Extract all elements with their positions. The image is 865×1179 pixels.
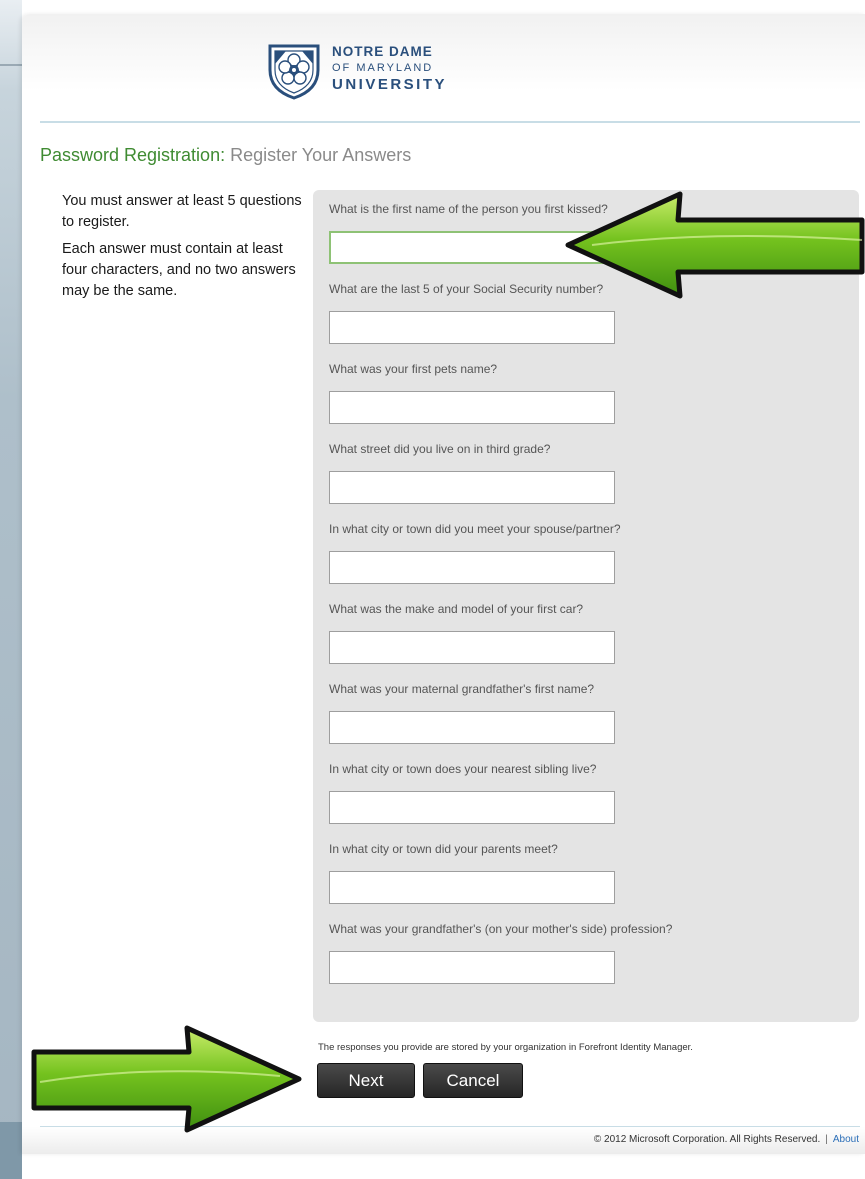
about-link[interactable]: About xyxy=(833,1134,859,1145)
cancel-button[interactable]: Cancel xyxy=(423,1063,523,1098)
answer-input[interactable] xyxy=(329,711,615,744)
footer-separator: | xyxy=(825,1134,828,1145)
question-item: What was your maternal grandfather's fir… xyxy=(329,680,849,744)
question-label: What was your first pets name? xyxy=(329,362,498,376)
registration-window: NOTRE DAME OF MARYLAND UNIVERSITY Passwo… xyxy=(22,14,865,1154)
university-seal-icon xyxy=(268,44,320,100)
question-item: In what city or town did your parents me… xyxy=(329,840,849,904)
question-label: In what city or town did you meet your s… xyxy=(329,522,621,536)
question-item: What street did you live on in third gra… xyxy=(329,440,849,504)
answer-input[interactable] xyxy=(329,791,615,824)
question-item: In what city or town did you meet your s… xyxy=(329,520,849,584)
instructions: You must answer at least 5 questions to … xyxy=(62,191,302,308)
page-title-section: Password Registration: xyxy=(40,145,226,165)
background-strip xyxy=(0,0,22,1179)
questions-panel: What is the first name of the person you… xyxy=(313,190,859,1022)
page-title: Password Registration: Register Your Ans… xyxy=(40,145,411,166)
answer-input[interactable] xyxy=(329,391,615,424)
question-item: In what city or town does your nearest s… xyxy=(329,760,849,824)
copyright-text: © 2012 Microsoft Corporation. All Rights… xyxy=(593,1134,821,1145)
instruction-answer-rules: Each answer must contain at least four c… xyxy=(62,241,296,299)
question-label: What was your maternal grandfather's fir… xyxy=(329,682,595,696)
question-label: In what city or town does your nearest s… xyxy=(329,762,597,776)
question-item: What was the make and model of your firs… xyxy=(329,600,849,664)
question-item: What was your first pets name? xyxy=(329,360,849,424)
logo-text-line-2: OF MARYLAND xyxy=(332,62,434,74)
next-button[interactable]: Next xyxy=(317,1063,415,1098)
question-label: In what city or town did your parents me… xyxy=(329,842,558,856)
answer-input[interactable] xyxy=(329,871,615,904)
question-label: What was the make and model of your firs… xyxy=(329,602,584,616)
page-title-step: Register Your Answers xyxy=(230,145,412,165)
storage-disclaimer: The responses you provide are stored by … xyxy=(318,1042,693,1053)
header-divider xyxy=(40,121,860,123)
answer-input[interactable] xyxy=(329,471,615,504)
answer-input[interactable] xyxy=(329,631,615,664)
arrow-right-icon xyxy=(31,1025,302,1133)
arrow-left-icon xyxy=(565,191,865,299)
question-label: What street did you live on in third gra… xyxy=(329,442,551,456)
logo-text-line-1: NOTRE DAME xyxy=(332,44,433,59)
answer-input[interactable] xyxy=(329,951,615,984)
background-divider xyxy=(0,64,22,66)
question-label: What was your grandfather's (on your mot… xyxy=(329,922,673,936)
logo-text-line-3: UNIVERSITY xyxy=(332,76,448,93)
answer-input[interactable] xyxy=(329,551,615,584)
background-lower-block xyxy=(0,1122,22,1179)
answer-input[interactable] xyxy=(329,311,615,344)
university-logo: NOTRE DAME OF MARYLAND UNIVERSITY xyxy=(266,40,476,104)
instruction-minimum-answers: You must answer at least 5 questions to … xyxy=(62,193,302,230)
header: NOTRE DAME OF MARYLAND UNIVERSITY xyxy=(22,14,865,124)
question-item: What was your grandfather's (on your mot… xyxy=(329,920,849,984)
footer-text: © 2012 Microsoft Corporation. All Rights… xyxy=(594,1134,859,1145)
